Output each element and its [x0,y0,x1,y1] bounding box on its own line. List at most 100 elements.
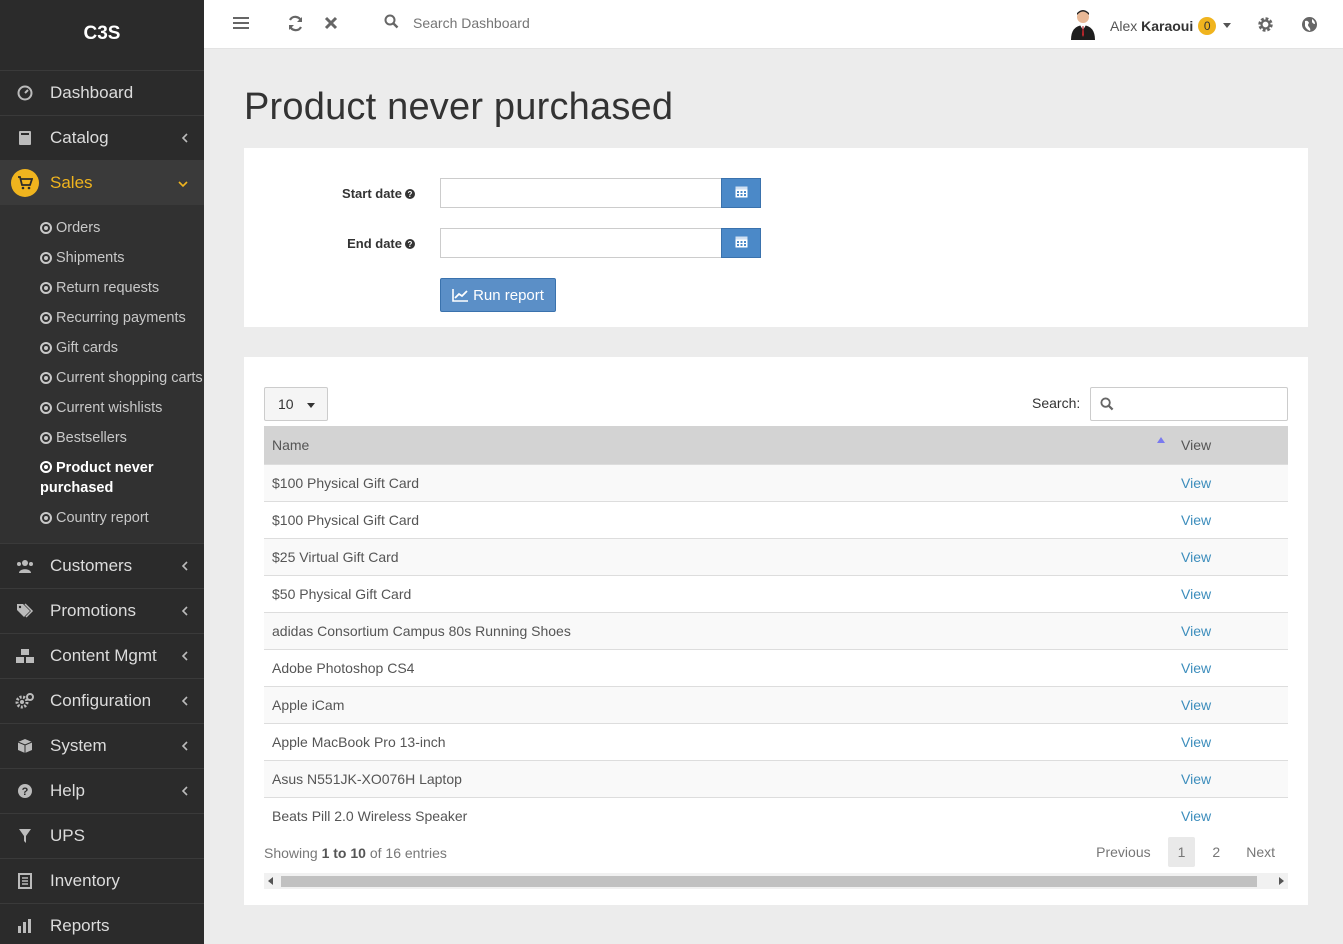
scroll-right-arrow-icon[interactable] [1279,877,1284,885]
close-icon[interactable] [324,16,338,33]
pagination-previous[interactable]: Previous [1083,837,1163,867]
submenu-item-gift-cards[interactable]: Gift cards [0,333,204,363]
sidebar-item-label: Content Mgmt [50,646,157,665]
cogs-icon [0,693,50,709]
top-header: Alex Karaoui 0 [204,0,1343,49]
product-name-cell: $100 Physical Gift Card [272,511,420,528]
submenu-item-orders[interactable]: Orders [0,213,204,243]
horizontal-scrollbar[interactable] [264,873,1288,889]
report-filter-panel: Start date? End date? Run report [244,148,1308,327]
submenu-item-current-shopping-carts[interactable]: Current shopping carts [0,363,204,393]
refresh-icon[interactable] [287,15,304,35]
info-range: 1 to 10 [321,845,366,861]
pagination-page-1[interactable]: 1 [1167,837,1196,867]
start-date-label-text: Start date [342,185,402,201]
sidebar-item-sales[interactable]: Sales [0,160,204,205]
question-circle-icon[interactable]: ? [405,239,415,250]
dashboard-search-input[interactable] [413,15,713,31]
globe-icon[interactable] [1301,16,1318,36]
view-link[interactable]: View [1181,697,1211,713]
table-row: Apple MacBook Pro 13-inch View [264,723,1288,760]
view-link[interactable]: View [1181,586,1211,602]
app-logo[interactable]: C3S [0,0,204,70]
table-row: Beats Pill 2.0 Wireless Speaker View [264,797,1288,834]
user-menu[interactable]: Alex Karaoui 0 [1070,8,1232,43]
sidebar-item-reports[interactable]: Reports [0,903,204,944]
svg-text:?: ? [22,786,29,798]
product-name-cell: Adobe Photoshop CS4 [272,659,415,676]
gear-icon[interactable] [1257,16,1274,36]
submenu-item-recurring-payments[interactable]: Recurring payments [0,303,204,333]
table-row: $100 Physical Gift Card View [264,501,1288,538]
submenu-label: Country report [56,510,149,526]
view-link[interactable]: View [1181,660,1211,676]
end-date-input[interactable] [440,228,722,258]
chevron-left-icon [181,781,188,801]
view-link[interactable]: View [1181,512,1211,528]
end-date-calendar-button[interactable] [721,228,761,258]
circle-dot-icon [40,282,52,294]
sidebar-item-ups[interactable]: UPS [0,813,204,858]
sidebar-item-label: Dashboard [50,83,134,102]
sidebar-item-help[interactable]: ? Help [0,768,204,813]
users-icon [0,559,50,573]
product-name-cell: adidas Consortium Campus 80s Running Sho… [272,622,571,639]
scroll-left-arrow-icon[interactable] [268,877,273,885]
view-link[interactable]: View [1181,808,1211,824]
submenu-item-current-wishlists[interactable]: Current wishlists [0,393,204,423]
product-name-cell: Asus N551JK-XO076H Laptop [272,770,462,787]
pagination: Previous 1 2 Next [1083,837,1288,867]
product-name-cell: Apple MacBook Pro 13-inch [272,733,446,750]
run-report-button[interactable]: Run report [440,278,556,312]
submenu-item-bestsellers[interactable]: Bestsellers [0,423,204,453]
question-circle-icon[interactable]: ? [405,189,415,200]
sidebar-item-dashboard[interactable]: Dashboard [0,70,204,115]
header-search [384,14,713,32]
table-search-input[interactable] [1090,387,1288,421]
submenu-label: Orders [56,220,101,236]
sidebar-item-promotions[interactable]: Promotions [0,588,204,633]
line-chart-icon [452,288,469,302]
submenu-item-shipments[interactable]: Shipments [0,243,204,273]
sidebar-item-content-mgmt[interactable]: Content Mgmt [0,633,204,678]
view-link[interactable]: View [1181,475,1211,491]
submenu-label: Recurring payments [56,310,186,326]
column-header-name[interactable]: Name [264,426,1173,464]
search-icon [384,14,399,32]
view-link[interactable]: View [1181,623,1211,639]
start-date-calendar-button[interactable] [721,178,761,208]
sidebar-item-label: Promotions [50,601,136,620]
menu-toggle-icon[interactable] [233,16,249,33]
circle-dot-icon [40,372,52,384]
submenu-label: Current wishlists [56,400,163,416]
product-name-cell: Beats Pill 2.0 Wireless Speaker [272,807,468,824]
chevron-left-icon [181,646,188,666]
submenu-label: Bestsellers [56,430,127,446]
view-link[interactable]: View [1181,734,1211,750]
circle-dot-icon [40,402,52,414]
chevron-left-icon [181,691,188,711]
sidebar-item-configuration[interactable]: Configuration [0,678,204,723]
sidebar-item-customers[interactable]: Customers [0,543,204,588]
table-row: Apple iCam View [264,686,1288,723]
pagination-page-2[interactable]: 2 [1199,837,1233,867]
column-header-view[interactable]: View [1173,426,1288,464]
pagination-next[interactable]: Next [1233,837,1288,867]
circle-dot-icon [40,252,52,264]
chevron-left-icon [181,736,188,756]
scrollbar-thumb[interactable] [281,876,1257,887]
sidebar-item-system[interactable]: System [0,723,204,768]
start-date-input[interactable] [440,178,722,208]
view-link[interactable]: View [1181,771,1211,787]
submenu-item-product-never-purchased[interactable]: Product never purchased [0,453,204,503]
view-link[interactable]: View [1181,549,1211,565]
sidebar-item-label: Help [50,781,85,800]
table-row: Adobe Photoshop CS4 View [264,649,1288,686]
chart-icon [0,918,50,934]
sidebar-item-catalog[interactable]: Catalog [0,115,204,160]
submenu-item-country-report[interactable]: Country report [0,503,204,533]
page-length-select[interactable]: 10 [264,387,328,421]
sidebar-item-inventory[interactable]: Inventory [0,858,204,903]
chevron-left-icon [181,601,188,621]
submenu-item-return-requests[interactable]: Return requests [0,273,204,303]
